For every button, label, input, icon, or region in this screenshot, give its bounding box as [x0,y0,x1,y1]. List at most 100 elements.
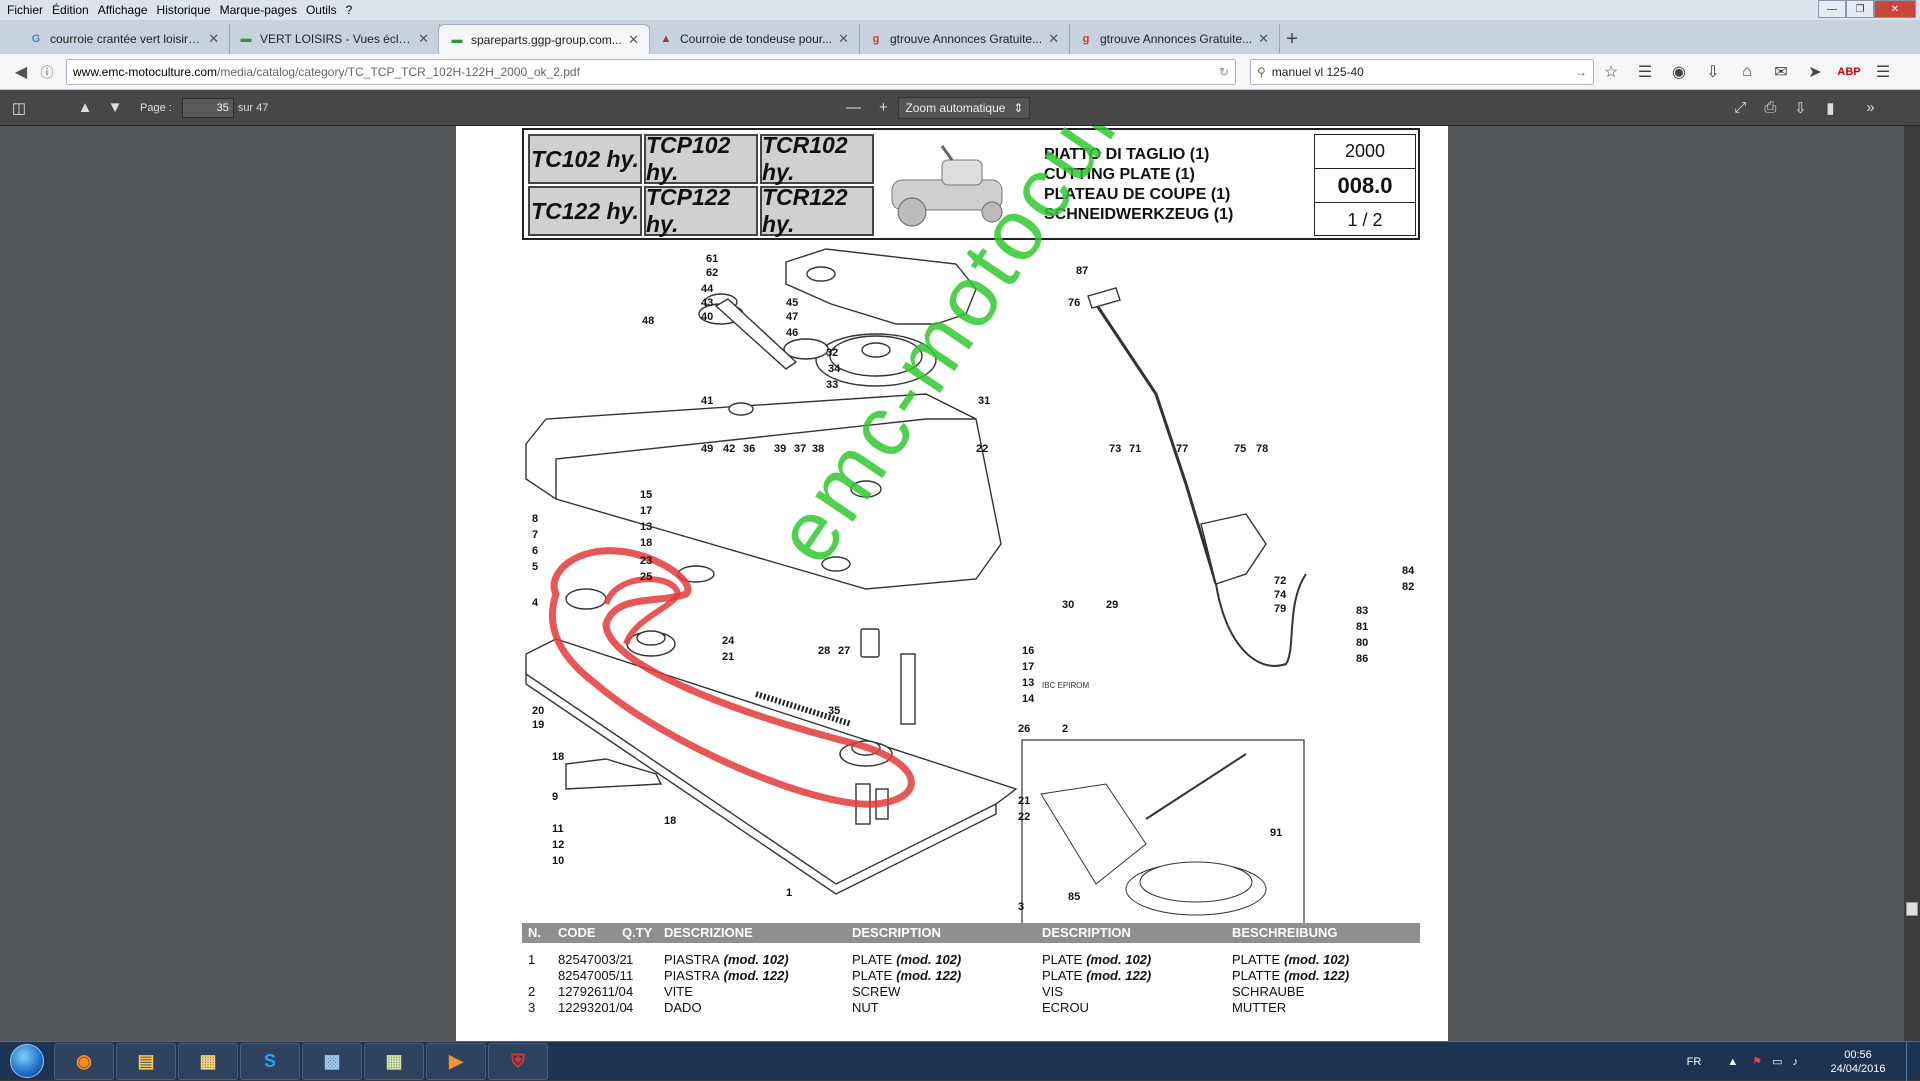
svg-text:17: 17 [640,505,652,517]
taskbar: ◉ ▤ ▦ S ▩ ▦ ▶ ⛨ FR ▲ ⚑ ▭ ♪ 00:56 24/04/2… [0,1041,1920,1081]
restore-button[interactable]: ❐ [1846,0,1874,18]
minimize-button[interactable]: — [1818,0,1846,18]
close-tab-icon[interactable]: ✕ [1258,31,1269,47]
security-taskbar-icon[interactable]: ⛨ [488,1042,548,1080]
svg-text:30: 30 [1062,599,1074,611]
url-bar[interactable]: www.emc-motoculture.com/media/catalog/ca… [66,58,1236,85]
page-number-input[interactable]: 35 [181,97,234,118]
fullscreen-icon[interactable]: ⤢ [1725,95,1755,121]
menu-edition[interactable]: Édition [52,3,89,17]
screen-taskbar-icon[interactable]: ▩ [302,1042,362,1080]
close-tab-icon[interactable]: ✕ [418,31,429,47]
menu-historique[interactable]: Historique [157,3,211,17]
monitor-icon[interactable]: ▭ [1772,1055,1782,1068]
cell-model-note: (mod. 102) [896,952,962,967]
search-icon: ⚲ [1257,64,1266,79]
tray-arrow-icon[interactable]: ▲ [1727,1056,1738,1068]
svg-text:20: 20 [532,705,544,717]
svg-text:43: 43 [701,297,713,309]
svg-text:7: 7 [532,529,538,541]
bookmark-star-icon[interactable]: ☆ [1594,59,1628,85]
info-icon[interactable]: ⓘ [34,59,60,85]
tab-4[interactable]: ▲ Courroie de tondeuse pour... ✕ [648,24,860,54]
back-button[interactable]: ◀ [8,59,34,85]
tab-2[interactable]: ▬ VERT LOISIRS - Vues éclatées ✕ [228,24,440,54]
cell-qty: 1 [626,968,634,983]
cell-it: PIASTRA [664,968,720,983]
tab-5[interactable]: g gtrouve Annonces Gratuite... ✕ [858,24,1070,54]
skype-taskbar-icon[interactable]: S [240,1042,300,1080]
menu-marque-pages[interactable]: Marque-pages [220,3,297,17]
close-tab-icon[interactable]: ✕ [628,32,639,48]
svg-text:8: 8 [532,513,538,525]
section-code: 008.0 [1315,169,1415,203]
download-icon[interactable]: ⇩ [1696,59,1730,85]
svg-text:32: 32 [826,347,838,359]
bookmark-icon[interactable]: ▮ [1815,95,1845,121]
menu-aide[interactable]: ? [346,3,353,17]
pdf-viewer[interactable]: TC102 hy. TCP102 hy. TCR102 hy. TC122 hy… [0,126,1920,1041]
cell-fr: PLATE [1042,952,1083,967]
zoom-out-icon[interactable]: — [838,95,868,121]
tools-icon[interactable]: » [1855,95,1885,121]
volume-icon[interactable]: ♪ [1793,1056,1799,1068]
search-bar[interactable]: ⚲ manuel vl 125-40 → [1250,58,1594,85]
reload-icon[interactable]: ↻ [1219,65,1229,79]
svg-text:84: 84 [1402,565,1415,577]
language-indicator[interactable]: FR [1687,1056,1702,1068]
svg-text:23: 23 [640,555,652,567]
pocket-icon[interactable]: ◉ [1662,59,1696,85]
hamburger-menu-icon[interactable]: ☰ [1866,59,1900,85]
scrollbar-thumb[interactable] [1906,902,1918,916]
adblock-icon[interactable]: ABP [1832,59,1866,85]
menu-affichage[interactable]: Affichage [98,3,148,17]
scrollbar[interactable] [1904,126,1920,1041]
svg-text:17: 17 [1022,661,1034,673]
flag-icon[interactable]: ⚑ [1752,1055,1762,1068]
zoom-select[interactable]: Zoom automatique ⇕ [898,96,1031,119]
svg-text:18: 18 [552,751,564,763]
save-icon[interactable]: ⇩ [1785,95,1815,121]
gtrouve-icon: g [872,33,880,45]
svg-text:22: 22 [976,443,988,455]
svg-text:14: 14 [1022,693,1035,705]
cell-de: PLATTE [1232,968,1281,983]
close-window-button[interactable]: ✕ [1874,0,1916,18]
explorer-taskbar-icon[interactable]: ▤ [116,1042,176,1080]
zoom-in-icon[interactable]: + [868,95,898,121]
svg-text:3: 3 [1018,901,1024,913]
folder-taskbar-icon[interactable]: ▦ [178,1042,238,1080]
chat-icon[interactable]: ✉ [1764,59,1798,85]
search-go-icon[interactable]: → [1575,65,1587,79]
menu-outils[interactable]: Outils [306,3,337,17]
menu-fichier[interactable]: Fichier [7,3,43,17]
sidebar-toggle-icon[interactable]: ◫ [4,95,34,121]
clock[interactable]: 00:56 24/04/2016 [1818,1048,1898,1076]
svg-text:45: 45 [786,297,798,309]
tab-1[interactable]: Gcourroie crantée vert loisirs... ✕ [18,24,230,54]
start-button[interactable] [0,1042,54,1081]
prev-page-icon[interactable]: ▲ [70,95,100,121]
cell-wrap: PIASTRA (mod. 102) [664,952,789,967]
firefox-taskbar-icon[interactable]: ◉ [54,1042,114,1080]
svg-text:75: 75 [1234,443,1246,455]
media-player-taskbar-icon[interactable]: ▶ [426,1042,486,1080]
close-tab-icon[interactable]: ✕ [838,31,849,47]
home-icon[interactable]: ⌂ [1730,59,1764,85]
svg-text:42: 42 [723,443,735,455]
show-desktop-button[interactable] [1906,1042,1920,1081]
new-tab-button[interactable]: + [1278,24,1306,54]
calculator-taskbar-icon[interactable]: ▦ [364,1042,424,1080]
next-page-icon[interactable]: ▼ [100,95,130,121]
print-icon[interactable]: ⎙ [1755,95,1785,121]
cell-qty: 4 [626,1000,634,1015]
mower-icon: ▲ [660,33,672,45]
close-tab-icon[interactable]: ✕ [1048,31,1059,47]
reading-list-icon[interactable]: ☰ [1628,59,1662,85]
tab-3-active[interactable]: ▬ spareparts.ggp-group.com... ✕ [438,24,650,54]
send-icon[interactable]: ➤ [1798,59,1832,85]
cell-wrap: PLATE (mod. 102) [852,952,961,967]
cell-fr: ECROU [1042,1000,1089,1015]
close-tab-icon[interactable]: ✕ [208,31,219,47]
tab-6[interactable]: g gtrouve Annonces Gratuite... ✕ [1068,24,1280,54]
